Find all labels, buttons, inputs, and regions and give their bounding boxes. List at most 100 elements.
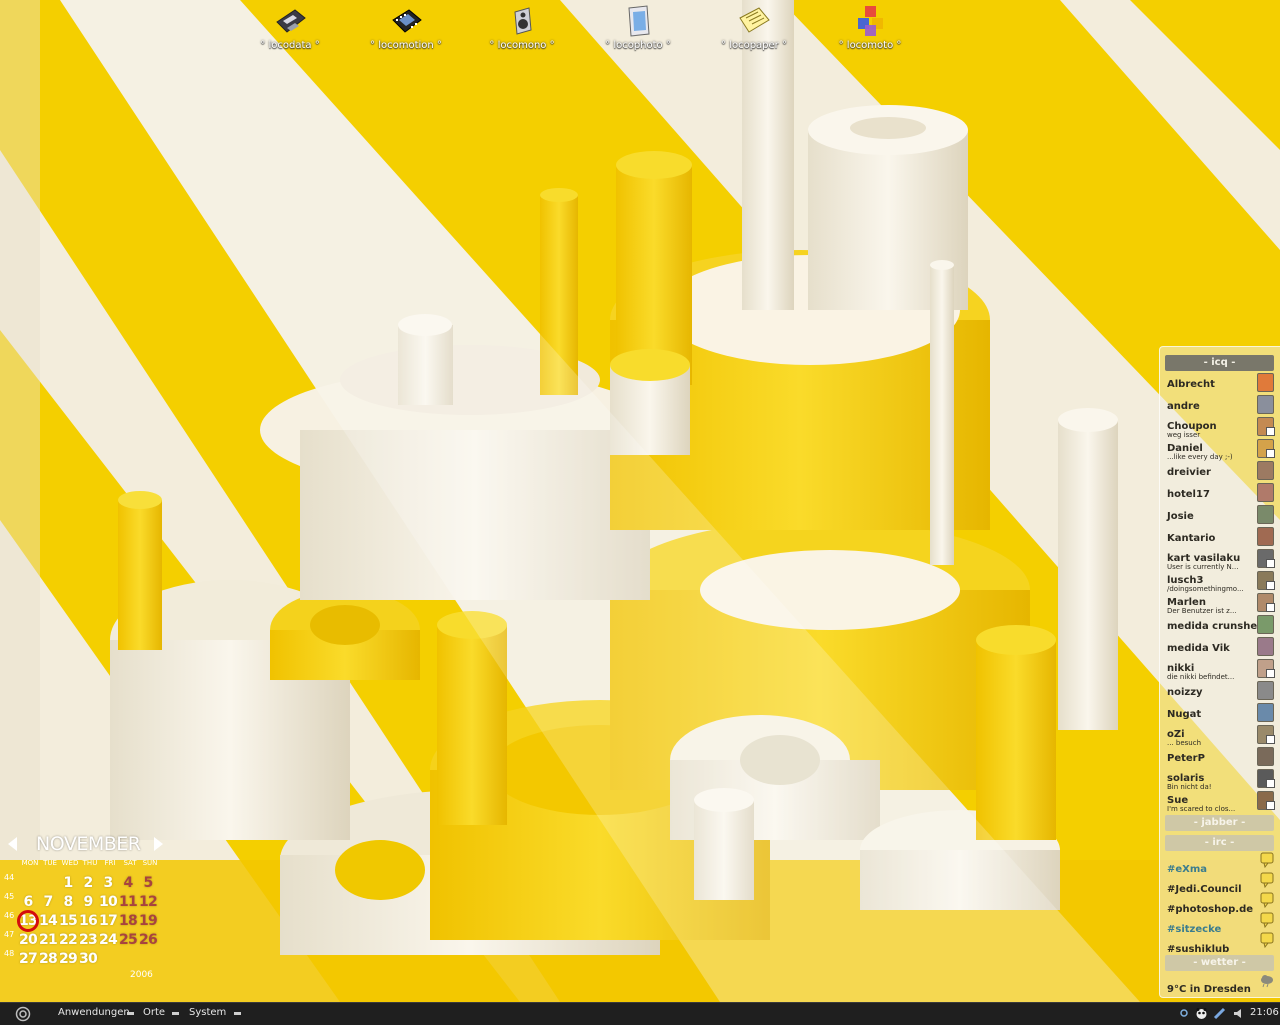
contact-name: Kantario: [1167, 533, 1216, 544]
contact-name: hotel17: [1167, 489, 1210, 500]
contact-status: Bin nicht da!: [1167, 783, 1212, 791]
desktop-icon-locomotion[interactable]: ° locomotion °: [361, 4, 451, 51]
irc-channel-row[interactable]: #Jedi.Council: [1167, 872, 1275, 895]
calendar-day[interactable]: 11: [118, 894, 138, 910]
previous-month-arrow-icon[interactable]: [8, 837, 17, 851]
calendar-day[interactable]: 22: [58, 932, 78, 948]
irc-channel-row[interactable]: #eXma: [1167, 852, 1275, 875]
calendar-day[interactable]: 26: [138, 932, 158, 948]
contact-status: die nikki befindet...: [1167, 673, 1235, 681]
calendar-day[interactable]: 5: [138, 875, 158, 891]
calendar-day[interactable]: 9: [78, 894, 98, 910]
calendar-day[interactable]: 23: [78, 932, 98, 948]
calendar-day[interactable]: 17: [98, 913, 118, 929]
calendar-day[interactable]: 8: [58, 894, 78, 910]
away-status-icon: [1266, 427, 1275, 436]
avatar: [1257, 483, 1274, 502]
chat-bubble-icon: [1260, 892, 1274, 909]
irc-channel-row[interactable]: #sitzecke: [1167, 912, 1275, 935]
clock[interactable]: 21:06: [1250, 1007, 1279, 1018]
calendar-day[interactable]: 2: [78, 875, 98, 891]
weekday-label: SUN: [142, 859, 158, 867]
calendar-day[interactable]: 6: [18, 894, 38, 910]
calendar-day[interactable]: 29: [58, 951, 78, 967]
calendar-day-today[interactable]: 13: [17, 910, 39, 932]
weather-section-header[interactable]: - wetter -: [1165, 955, 1274, 971]
desktop-icon-label: ° locopaper °: [721, 40, 787, 51]
desktop-icon-label: ° locomoto °: [838, 40, 902, 51]
desktop-icon-label: ° locomono °: [489, 40, 555, 51]
irc-channel-row[interactable]: #photoshop.de: [1167, 892, 1275, 915]
desktop-icon-locophoto[interactable]: ° locophoto °: [593, 4, 683, 51]
calendar-day[interactable]: 24: [98, 932, 118, 948]
away-status-icon: [1266, 581, 1275, 590]
irc-channel-row[interactable]: #sushiklub: [1167, 932, 1275, 955]
menu-system[interactable]: System: [189, 1007, 226, 1018]
calendar-day[interactable]: 27: [18, 951, 38, 967]
panda-icon[interactable]: [1195, 1007, 1208, 1020]
menu-anwendungen[interactable]: Anwendungen: [58, 1007, 130, 1018]
chat-bubble-icon: [1260, 932, 1274, 949]
calendar-day[interactable]: 12: [138, 894, 158, 910]
calendar-week-row: 47 20 21 22 23 24 25 26: [4, 930, 158, 948]
avatar: [1257, 703, 1274, 722]
notification-dot-icon[interactable]: [1180, 1009, 1188, 1017]
network-icon[interactable]: [1213, 1007, 1226, 1020]
desktop-icon-label: ° locodata °: [260, 40, 320, 51]
calendar-day[interactable]: 14: [38, 913, 58, 929]
desktop-icon-locomoto[interactable]: ° locomoto °: [825, 4, 915, 51]
desktop-icon-locodata[interactable]: ° locodata °: [245, 4, 335, 51]
calendar-day[interactable]: 21: [38, 932, 58, 948]
desktop-icon-label: ° locomotion °: [370, 40, 442, 51]
calendar-day[interactable]: 19: [138, 913, 158, 929]
calendar-header: NOVEMBER: [4, 833, 164, 857]
jabber-section-header[interactable]: - jabber -: [1165, 815, 1274, 831]
calendar-day[interactable]: 7: [38, 894, 58, 910]
contact-status: Der Benutzer ist z...: [1167, 607, 1237, 615]
weather-cloud-icon: [1261, 975, 1273, 988]
chat-bubble-icon: [1260, 872, 1274, 889]
contact-status: I'm scared to clos...: [1167, 805, 1236, 813]
contact-status: weg isser: [1167, 431, 1201, 439]
desktop-icon-label: ° locophoto °: [605, 40, 671, 51]
icq-section-header[interactable]: - icq -: [1165, 355, 1274, 371]
speaker-icon: [514, 7, 532, 35]
contact-name: medida crunsher: [1167, 621, 1263, 632]
weather-row[interactable]: 9°C in Dresden: [1167, 975, 1275, 995]
week-number: 47: [4, 930, 15, 939]
menu-orte[interactable]: Orte: [143, 1007, 165, 1018]
system-menu-icon[interactable]: [15, 1006, 31, 1022]
avatar: [1257, 747, 1274, 766]
chat-bubble-icon: [1260, 852, 1274, 869]
contact-name: Albrecht: [1167, 379, 1215, 390]
avatar: [1257, 527, 1274, 546]
calendar-day[interactable]: 1: [58, 875, 78, 891]
calendar-day[interactable]: 18: [118, 913, 138, 929]
calendar-day[interactable]: 28: [38, 951, 58, 967]
calendar-day[interactable]: 15: [58, 913, 78, 929]
calendar-day[interactable]: 3: [98, 875, 118, 891]
calendar-week-row: 44 1 2 3 4 5: [4, 873, 158, 891]
calendar-day[interactable]: 4: [118, 875, 138, 891]
film-strip-icon: [392, 9, 422, 33]
calendar-day[interactable]: 20: [18, 932, 38, 948]
calendar-day[interactable]: 16: [78, 913, 98, 929]
next-month-arrow-icon[interactable]: [154, 837, 163, 851]
contact-name: Nugat: [1167, 709, 1202, 720]
calendar-week-row: 48 27 28 29 30: [4, 949, 158, 967]
volume-icon[interactable]: [1232, 1007, 1245, 1020]
floppy-disk-icon: [276, 9, 306, 33]
avatar: [1257, 373, 1274, 392]
calendar-day[interactable]: 25: [118, 932, 138, 948]
weekday-label: WED: [61, 859, 79, 867]
calendar-week-row: 45 6 7 8 9 10 11 12: [4, 892, 158, 910]
calendar-day[interactable]: 10: [98, 894, 118, 910]
contact-status: User is currently N...: [1167, 563, 1239, 571]
desktop-icon-locopaper[interactable]: ° locopaper °: [709, 4, 799, 51]
calendar-day[interactable]: 30: [78, 951, 98, 967]
weather-text: 9°C in Dresden: [1167, 984, 1251, 995]
irc-section-header[interactable]: - irc -: [1165, 835, 1274, 851]
desktop-icon-locomono[interactable]: ° locomono °: [477, 4, 567, 51]
contact-row[interactable]: Sue I'm scared to clos...: [1167, 791, 1275, 817]
weekday-label: SAT: [123, 859, 137, 867]
